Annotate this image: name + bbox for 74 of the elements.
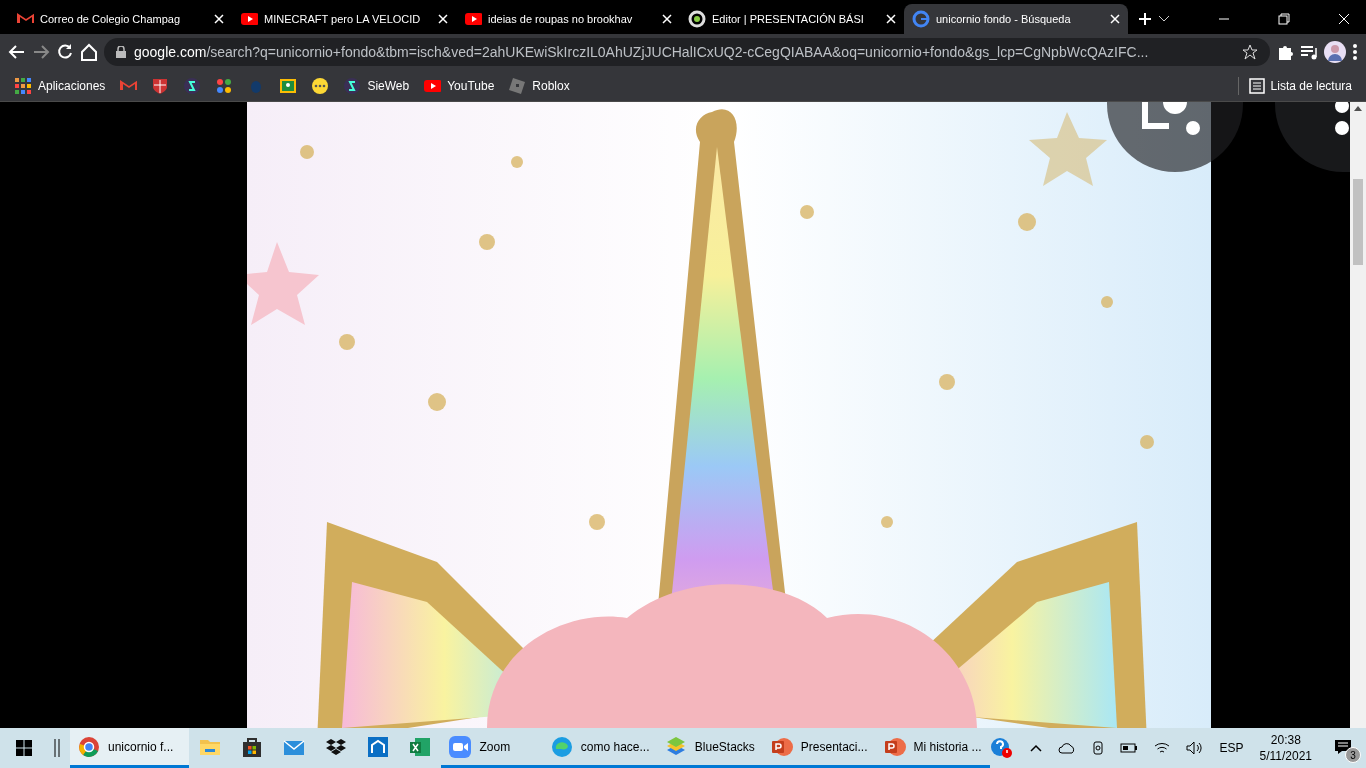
- speaker-icon[interactable]: [1185, 741, 1204, 755]
- bookmark[interactable]: Aplicaciones: [14, 76, 106, 95]
- close-icon[interactable]: [214, 14, 224, 24]
- new-tab-icon[interactable]: [1138, 12, 1152, 26]
- spreadsheet-icon: [409, 735, 432, 758]
- scrollbar-thumb[interactable]: [1353, 179, 1363, 265]
- taskbar-button[interactable]: unicornio f...: [70, 728, 189, 768]
- more-menu-icon[interactable]: [1352, 43, 1358, 61]
- notification-count: 3: [1345, 747, 1362, 763]
- browser-tab[interactable]: MINECRAFT pero LA VELOCID: [232, 4, 456, 34]
- house-app-icon: [367, 735, 390, 758]
- browser-tab[interactable]: Editor | PRESENTACIÓN BÁSI: [680, 4, 904, 34]
- language-indicator[interactable]: ESP: [1219, 739, 1244, 757]
- start-icon[interactable]: [16, 740, 32, 756]
- more-icon: [1334, 102, 1350, 136]
- bookmark[interactable]: Roblox: [508, 76, 570, 95]
- chevron-down-icon[interactable]: [1158, 15, 1170, 23]
- bookmark[interactable]: SieWeb: [343, 76, 410, 95]
- close-icon[interactable]: [1110, 14, 1120, 24]
- chat-icon[interactable]: [311, 76, 330, 95]
- shield-icon[interactable]: [151, 76, 170, 95]
- list-icon: [1248, 77, 1265, 94]
- forward-arrow-icon[interactable]: [32, 43, 50, 61]
- taskbar-button[interactable]: como hace...: [542, 728, 657, 768]
- browser-tab[interactable]: ideias de roupas no brookhav: [456, 4, 680, 34]
- s-logo-icon[interactable]: [183, 76, 202, 95]
- clock[interactable]: 20:38 5/11/2021: [1259, 731, 1313, 765]
- puzzle-icon[interactable]: [1276, 43, 1294, 61]
- restore-icon[interactable]: [1278, 13, 1290, 25]
- task-view-icon[interactable]: [54, 739, 60, 757]
- close-icon[interactable]: [662, 14, 672, 24]
- up-arrow-icon[interactable]: [1354, 106, 1362, 111]
- play-icon: [464, 10, 482, 28]
- cloud-icon[interactable]: [1057, 742, 1076, 754]
- media-control-icon[interactable]: [1300, 43, 1318, 61]
- taskbar-button[interactable]: Presentaci...: [762, 728, 876, 768]
- video-camera-icon: [449, 735, 472, 758]
- bookmark[interactable]: YouTube: [423, 76, 495, 95]
- reading-list-button[interactable]: Lista de lectura: [1237, 76, 1352, 95]
- dots-icon[interactable]: [215, 76, 234, 95]
- google-icon: [912, 10, 930, 28]
- wifi-icon[interactable]: [1153, 741, 1170, 755]
- chevron-up-icon[interactable]: [1029, 744, 1042, 752]
- shopping-bag-icon: [240, 735, 263, 758]
- taskbar-button[interactable]: BlueStacks: [656, 728, 763, 768]
- browser-tab[interactable]: Correo de Colegio Champag: [8, 4, 232, 34]
- notifications-button[interactable]: 3: [1328, 733, 1363, 763]
- lens-icon: [1141, 102, 1201, 136]
- edge-icon: [550, 735, 573, 758]
- help-alert-icon[interactable]: [989, 737, 1014, 759]
- lock-icon: [116, 46, 126, 58]
- play-icon: [240, 10, 258, 28]
- taskbar-button[interactable]: Mi historia ...: [875, 728, 990, 768]
- grid-icon: [14, 76, 32, 95]
- close-icon[interactable]: [438, 14, 448, 24]
- board-icon[interactable]: [279, 76, 298, 95]
- avatar-icon[interactable]: [1324, 41, 1346, 63]
- browser-tab[interactable]: unicornio fondo - Búsqueda: [904, 4, 1128, 34]
- s-logo-icon: [343, 76, 362, 95]
- camera-mic-icon[interactable]: [1091, 740, 1104, 756]
- url-text: google.com/search?q=unicornio+fondo&tbm=isch&ved=2ahUKEwiSkIrczIL0AhUZjJUCHalICxUQ2-cCegQIABAA&oq=unicornio+fondo&gs_lcp=CgNpbWcQAzIFC...: [134, 42, 1150, 62]
- taskbar-button[interactable]: Zoom: [441, 728, 543, 768]
- battery-icon[interactable]: [1119, 743, 1138, 753]
- star-icon[interactable]: [1242, 44, 1258, 60]
- reload-icon[interactable]: [56, 43, 74, 61]
- close-icon[interactable]: [886, 14, 896, 24]
- home-icon[interactable]: [80, 43, 98, 61]
- close-icon[interactable]: [1338, 13, 1350, 25]
- back-arrow-icon[interactable]: [8, 43, 26, 61]
- chrome-icon: [78, 735, 100, 758]
- presentation-icon: [770, 735, 793, 758]
- address-bar[interactable]: google.com/search?q=unicornio+fondo&tbm=isch&ved=2ahUKEwiSkIrczIL0AhUZjJUCHalICxUQ2-cCegQIABAA&oq=unicornio+fondo&gs_lcp=CgNpbWcQAzIFC...: [104, 38, 1270, 66]
- presentation-icon: [883, 735, 906, 758]
- scrollbar[interactable]: [1350, 102, 1366, 728]
